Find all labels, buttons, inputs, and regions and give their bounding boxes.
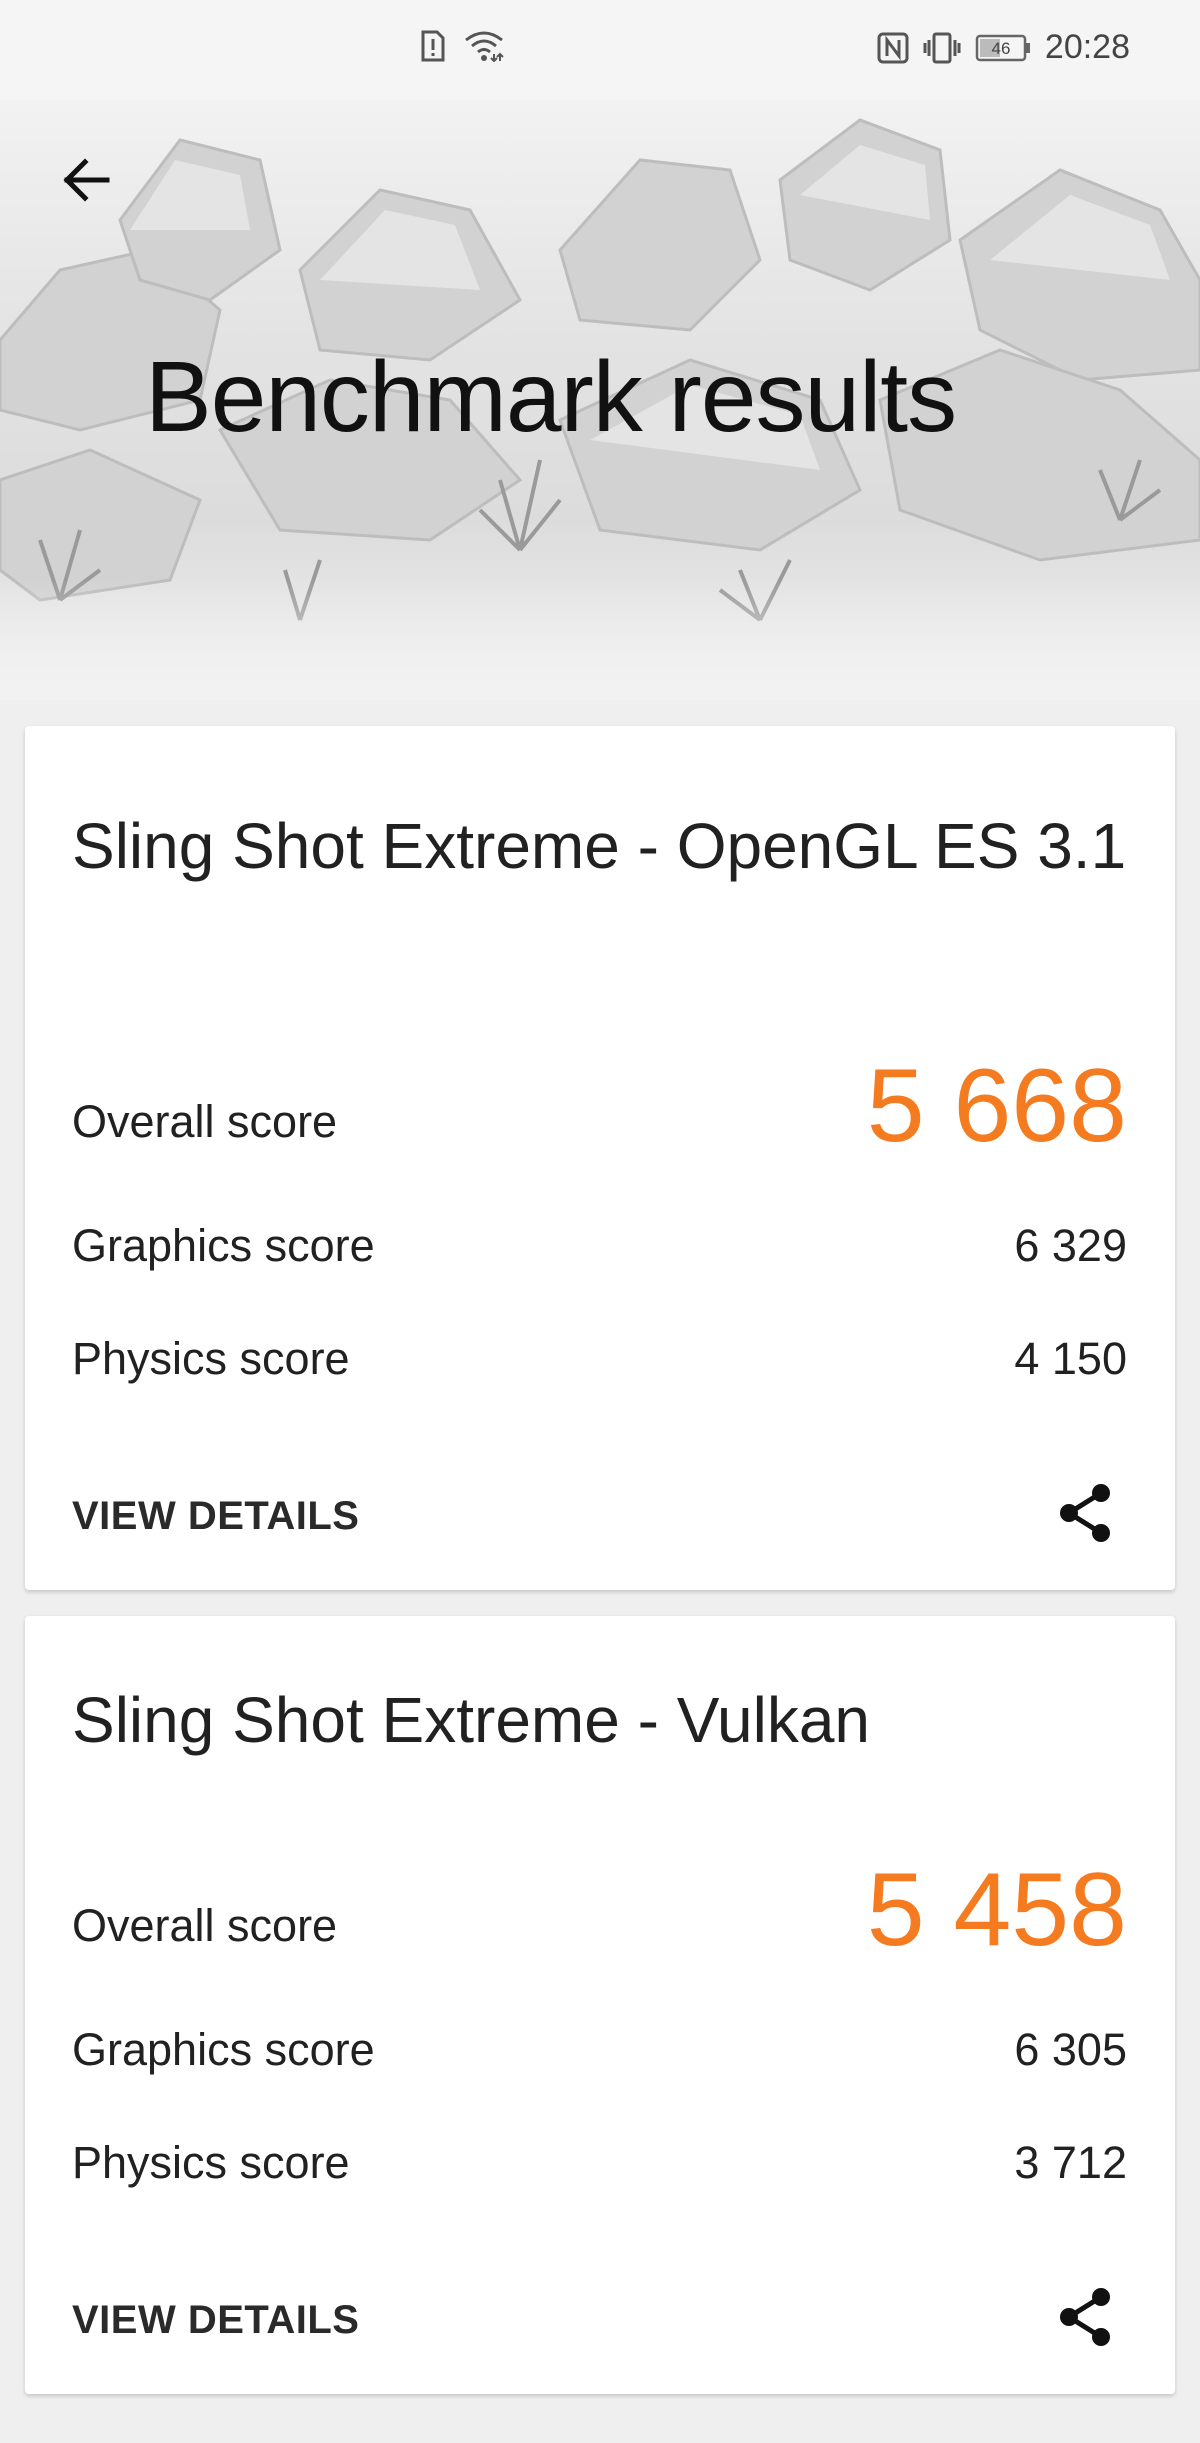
sim-alert-icon	[420, 30, 446, 62]
share-icon	[1060, 1484, 1110, 1542]
hero-header: Benchmark results	[0, 100, 1200, 700]
wifi-icon	[464, 30, 504, 62]
graphics-score-value: 6 329	[1014, 1220, 1127, 1271]
overall-score-label: Overall score	[72, 1900, 338, 1951]
physics-score-value: 4 150	[1014, 1333, 1127, 1384]
physics-score-label: Physics score	[72, 1333, 350, 1384]
status-right-icons: 46 20:28	[877, 28, 1130, 67]
physics-score-label: Physics score	[72, 2137, 350, 2188]
view-details-button[interactable]: VIEW DETAILS	[72, 2298, 359, 2343]
graphics-score-value: 6 305	[1014, 2024, 1127, 2075]
result-card-vulkan: Sling Shot Extreme - Vulkan Overall scor…	[25, 1616, 1175, 2394]
share-button[interactable]	[1050, 1478, 1120, 1548]
status-bar: 46 20:28	[0, 0, 1200, 100]
status-time: 20:28	[1044, 28, 1130, 66]
test-name: Sling Shot Extreme - OpenGL ES 3.1	[72, 810, 1127, 882]
test-name: Sling Shot Extreme - Vulkan	[72, 1684, 870, 1756]
vibrate-icon	[923, 32, 961, 64]
battery-icon: 46	[975, 33, 1031, 63]
graphics-score-label: Graphics score	[72, 1220, 375, 1271]
view-details-button[interactable]: VIEW DETAILS	[72, 1494, 359, 1539]
overall-score-label: Overall score	[72, 1096, 338, 1147]
battery-level: 46	[991, 39, 1010, 58]
overall-score-value: 5 458	[866, 1852, 1127, 1968]
physics-score-value: 3 712	[1014, 2137, 1127, 2188]
arrow-left-icon	[63, 158, 110, 202]
status-center-icons	[420, 30, 504, 62]
page-title: Benchmark results	[145, 341, 957, 453]
overall-score-value: 5 668	[866, 1048, 1127, 1164]
graphics-score-label: Graphics score	[72, 2024, 375, 2075]
back-button[interactable]	[50, 145, 120, 215]
nfc-icon	[877, 32, 909, 64]
result-card-opengl: Sling Shot Extreme - OpenGL ES 3.1 Overa…	[25, 726, 1175, 1590]
share-icon	[1060, 2288, 1110, 2346]
share-button[interactable]	[1050, 2282, 1120, 2352]
